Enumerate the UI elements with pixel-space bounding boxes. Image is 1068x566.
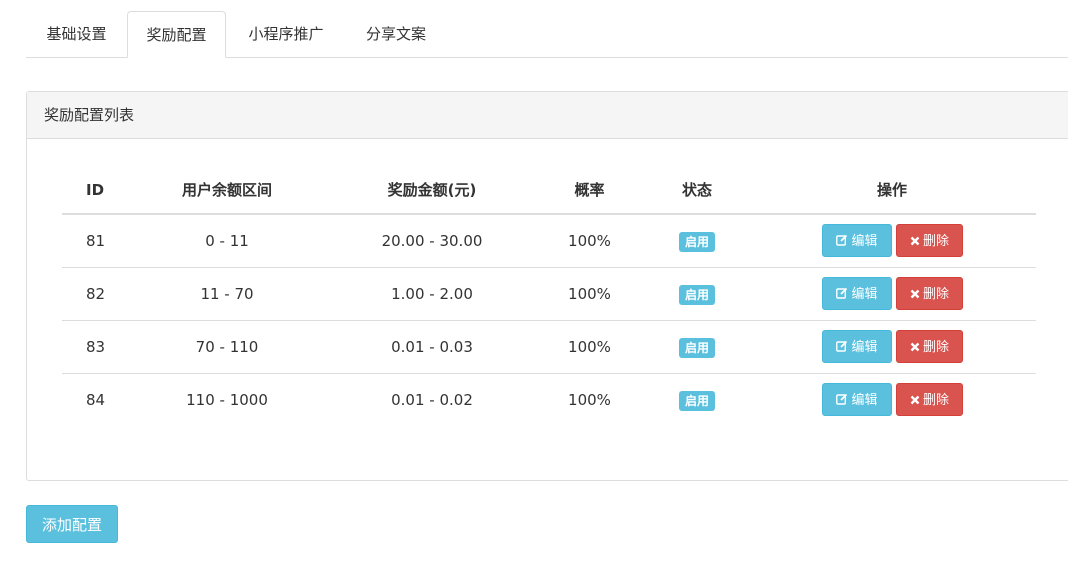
status-badge: 启用 bbox=[678, 284, 715, 305]
cell-status: 启用 bbox=[667, 268, 727, 320]
table-row: 81 0 - 11 20.00 - 30.00 100% 启用 编辑 删除 bbox=[62, 215, 1036, 268]
cell-id: 81 bbox=[86, 232, 106, 250]
table-row: 84 110 - 1000 0.01 - 0.02 100% 启用 编辑 删除 bbox=[62, 374, 1036, 426]
delete-button[interactable]: 删除 bbox=[896, 383, 963, 416]
column-header-id: ID bbox=[86, 181, 105, 199]
cell-id: 84 bbox=[86, 391, 106, 409]
table-row: 83 70 - 110 0.01 - 0.03 100% 启用 编辑 删除 bbox=[62, 321, 1036, 374]
status-badge: 启用 bbox=[678, 231, 715, 252]
table-row: 82 11 - 70 1.00 - 2.00 100% 启用 编辑 删除 bbox=[62, 268, 1036, 321]
reward-config-panel: 奖励配置列表 ID 用户余额区间 奖励金额(元) 概率 状态 操作 81 0 -… bbox=[26, 91, 1068, 481]
edit-button[interactable]: 编辑 bbox=[822, 224, 892, 257]
cell-probability: 100% bbox=[568, 338, 611, 356]
cell-probability: 100% bbox=[568, 232, 611, 250]
pencil-square-icon bbox=[836, 340, 848, 352]
delete-button[interactable]: 删除 bbox=[896, 224, 963, 257]
delete-label: 删除 bbox=[922, 287, 949, 302]
tab-reward-config[interactable]: 奖励配置 bbox=[127, 11, 226, 58]
delete-label: 删除 bbox=[922, 234, 949, 249]
times-icon bbox=[910, 289, 920, 299]
cell-id: 83 bbox=[86, 338, 106, 356]
pencil-square-icon bbox=[836, 234, 848, 246]
delete-label: 删除 bbox=[922, 340, 949, 355]
tab-basic-settings[interactable]: 基础设置 bbox=[26, 11, 127, 57]
edit-label: 编辑 bbox=[851, 234, 878, 249]
cell-status: 启用 bbox=[667, 321, 727, 373]
pencil-square-icon bbox=[836, 287, 848, 299]
status-badge: 启用 bbox=[678, 390, 715, 411]
tab-share-copy[interactable]: 分享文案 bbox=[346, 11, 446, 57]
edit-label: 编辑 bbox=[851, 340, 878, 355]
status-badge: 启用 bbox=[678, 337, 715, 358]
column-header-actions: 操作 bbox=[876, 181, 907, 199]
cell-reward-amount: 20.00 - 30.00 bbox=[381, 232, 483, 250]
column-header-status: 状态 bbox=[681, 181, 712, 199]
times-icon bbox=[910, 236, 920, 246]
cell-probability: 100% bbox=[568, 391, 611, 409]
edit-label: 编辑 bbox=[851, 393, 878, 408]
cell-balance-range: 0 - 11 bbox=[205, 232, 249, 250]
cell-probability: 100% bbox=[568, 285, 611, 303]
cell-reward-amount: 0.01 - 0.03 bbox=[391, 338, 473, 356]
edit-button[interactable]: 编辑 bbox=[822, 330, 892, 363]
tab-bar: 基础设置 奖励配置 小程序推广 分享文案 bbox=[26, 11, 1068, 58]
delete-button[interactable]: 删除 bbox=[896, 330, 963, 363]
times-icon bbox=[910, 342, 920, 352]
delete-label: 删除 bbox=[922, 393, 949, 408]
tab-miniprogram-promo[interactable]: 小程序推广 bbox=[226, 11, 346, 57]
panel-title: 奖励配置列表 bbox=[27, 92, 1068, 139]
times-icon bbox=[910, 395, 920, 405]
cell-reward-amount: 0.01 - 0.02 bbox=[391, 391, 473, 409]
cell-reward-amount: 1.00 - 2.00 bbox=[391, 285, 473, 303]
column-header-balance-range: 用户余额区间 bbox=[181, 181, 272, 199]
column-header-reward-amount: 奖励金额(元) bbox=[387, 181, 477, 199]
cell-status: 启用 bbox=[667, 215, 727, 267]
column-header-probability: 概率 bbox=[574, 181, 605, 199]
edit-button[interactable]: 编辑 bbox=[822, 277, 892, 310]
cell-balance-range: 70 - 110 bbox=[195, 338, 259, 356]
add-config-button[interactable]: 添加配置 bbox=[26, 505, 118, 543]
table-header: ID 用户余额区间 奖励金额(元) 概率 状态 操作 bbox=[62, 168, 1036, 215]
edit-label: 编辑 bbox=[851, 287, 878, 302]
cell-balance-range: 11 - 70 bbox=[200, 285, 254, 303]
cell-id: 82 bbox=[86, 285, 106, 303]
edit-button[interactable]: 编辑 bbox=[822, 383, 892, 416]
reward-table: ID 用户余额区间 奖励金额(元) 概率 状态 操作 81 0 - 11 20.… bbox=[62, 168, 1036, 426]
cell-status: 启用 bbox=[667, 374, 727, 426]
cell-balance-range: 110 - 1000 bbox=[186, 391, 268, 409]
pencil-square-icon bbox=[836, 393, 848, 405]
delete-button[interactable]: 删除 bbox=[896, 277, 963, 310]
